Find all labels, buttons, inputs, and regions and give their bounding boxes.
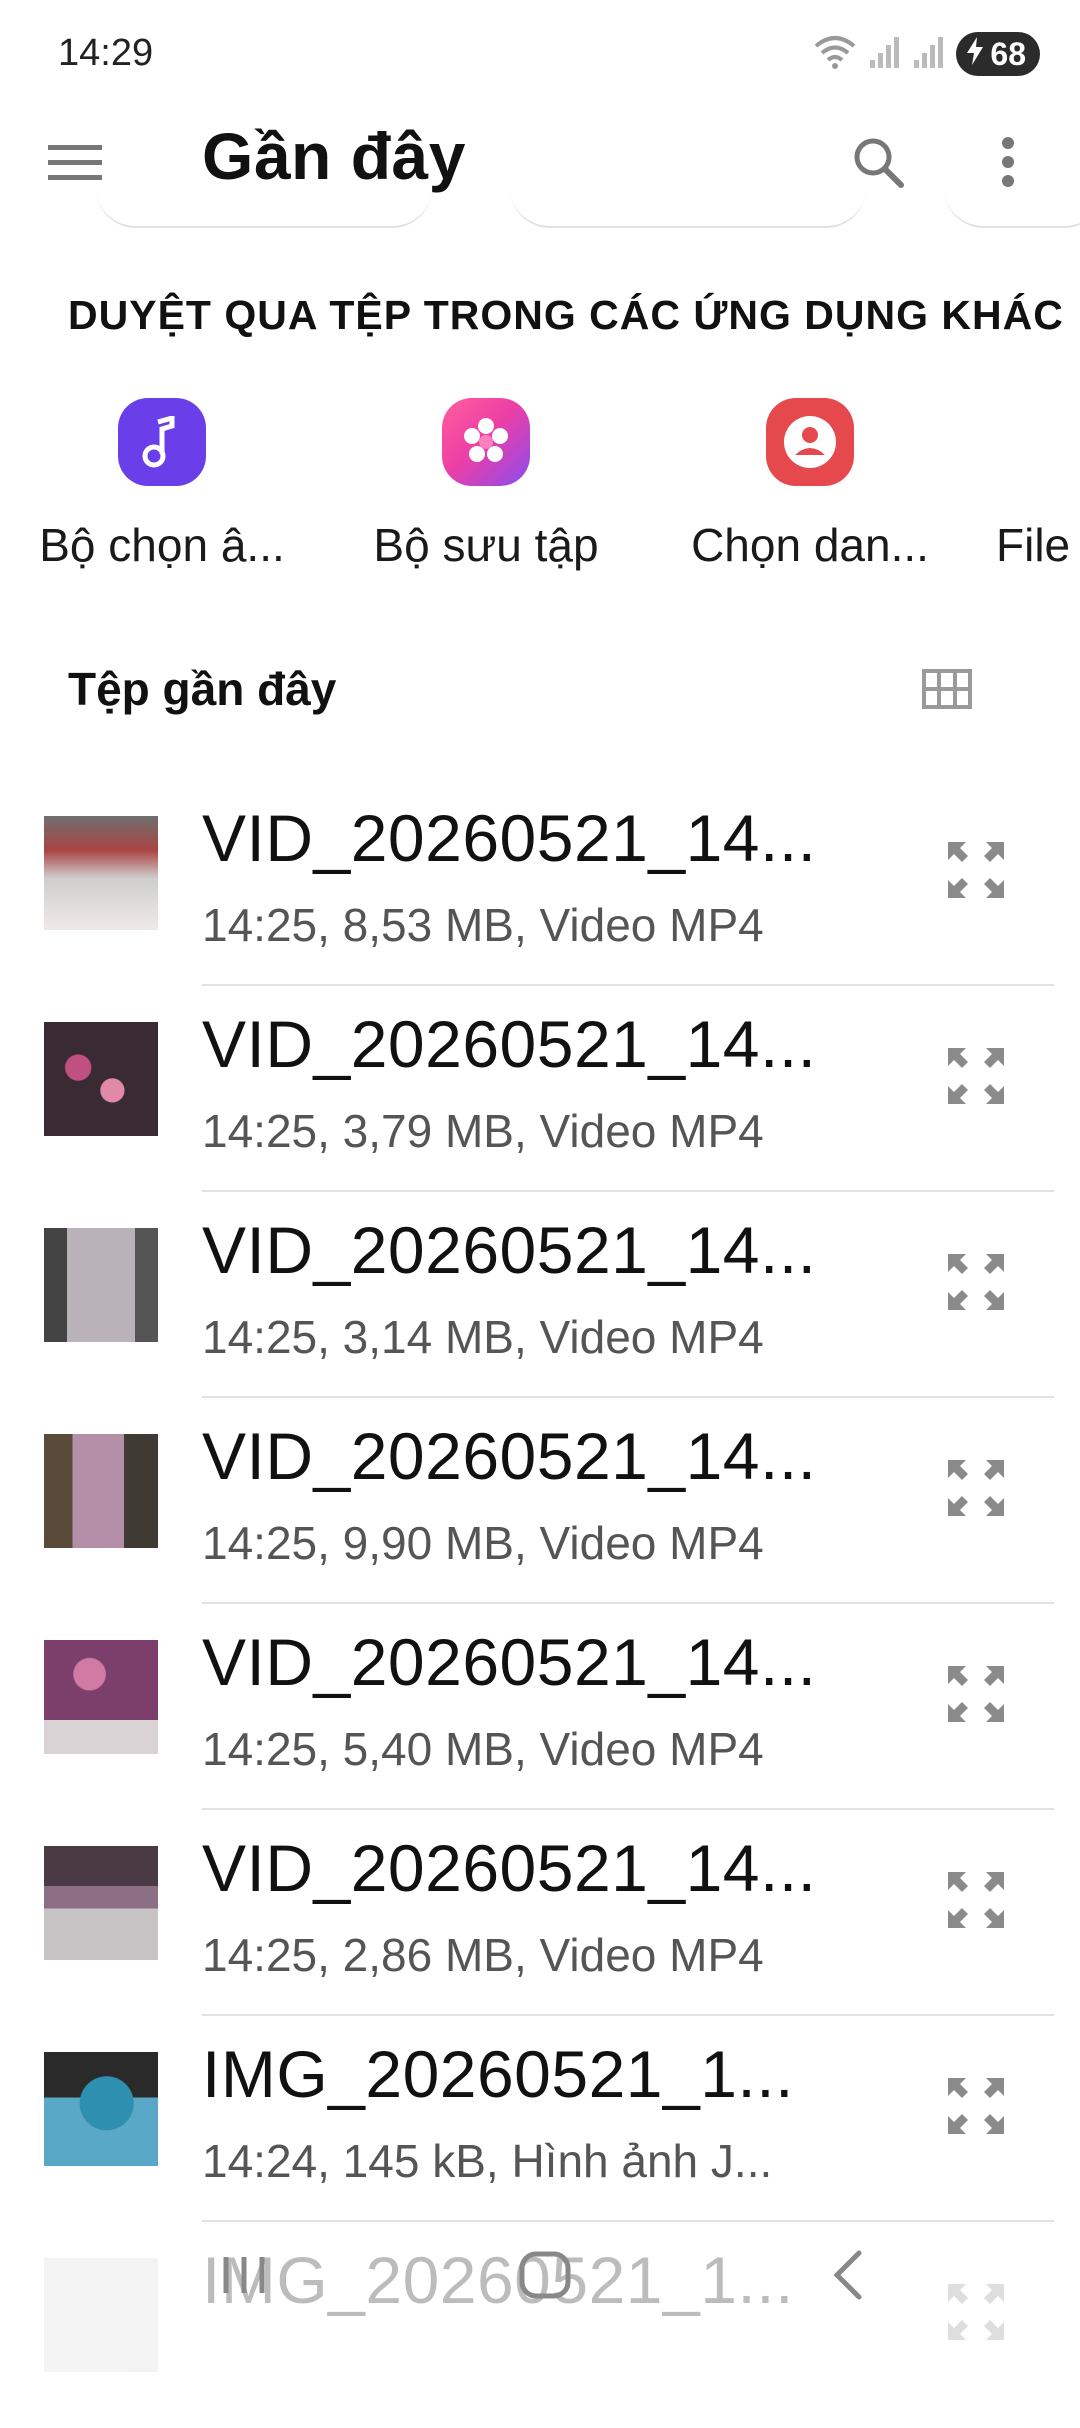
file-name: VID_20260521_14... [202, 1831, 817, 1905]
file-meta: 14:25, 3,79 MB, Video MP4 [202, 1105, 764, 1157]
file-name: VID_20260521_14... [202, 1213, 817, 1287]
status-time: 14:29 [58, 32, 154, 74]
storage-card[interactable] [944, 180, 1080, 228]
expand-button[interactable] [940, 2072, 1012, 2144]
expand-icon [946, 1870, 1006, 1935]
expand-button[interactable] [940, 1042, 1012, 1114]
recent-apps-button[interactable] [200, 2242, 290, 2312]
expand-button[interactable] [940, 1248, 1012, 1320]
file-meta: 14:25, 2,86 MB, Video MP4 [202, 1929, 764, 1981]
expand-button[interactable] [940, 836, 1012, 908]
list-item[interactable]: VID_20260521_14... 14:25, 9,90 MB, Video… [0, 1398, 1080, 1604]
file-thumbnail [44, 1846, 158, 1960]
file-thumbnail [44, 816, 158, 930]
list-item[interactable]: VID_20260521_14... 14:25, 3,79 MB, Video… [0, 986, 1080, 1192]
app-label: Bộ sưu tập [373, 519, 599, 571]
file-name: VID_20260521_14... [202, 1419, 817, 1493]
list-item[interactable]: VID_20260521_14... 14:25, 8,53 MB, Video… [0, 780, 1080, 986]
charging-bolt-icon [966, 36, 984, 73]
expand-button[interactable] [940, 1866, 1012, 1938]
file-thumbnail [44, 1434, 158, 1548]
app-gallery[interactable]: Bộ sưu tập [336, 398, 636, 572]
recent-apps-icon [220, 2253, 270, 2302]
battery-level: 68 [990, 35, 1026, 72]
file-name: IMG_20260521_1... [202, 2037, 794, 2111]
list-item[interactable]: VID_20260521_14... 14:25, 5,40 MB, Video… [0, 1604, 1080, 1810]
back-button[interactable] [804, 2242, 894, 2312]
file-name: VID_20260521_14... [202, 1007, 817, 1081]
battery-indicator: 68 [956, 32, 1040, 76]
list-item[interactable]: IMG_20260521_1... 14:24, 145 kB, Hình ản… [0, 2016, 1080, 2222]
status-icons: 68 [812, 30, 1040, 78]
file-thumbnail [44, 1640, 158, 1754]
list-item[interactable]: VID_20260521_14... 14:25, 2,86 MB, Video… [0, 1810, 1080, 2016]
expand-icon [946, 2076, 1006, 2141]
navigation-bar [0, 2220, 1080, 2340]
grid-view-icon [922, 668, 972, 714]
file-name: VID_20260521_14... [202, 1625, 817, 1699]
signal-icon-2 [912, 34, 946, 75]
file-meta: 14:25, 3,14 MB, Video MP4 [202, 1311, 764, 1363]
flower-icon [442, 398, 530, 486]
expand-icon [946, 1458, 1006, 1523]
signal-icon [868, 34, 902, 75]
recent-files-title: Tệp gần đây [68, 663, 337, 715]
browse-apps-row: Bộ chọn â... Bộ sưu tập Chọn dan... File [0, 398, 1080, 598]
storage-card[interactable] [510, 180, 866, 228]
grid-view-button[interactable] [912, 656, 982, 726]
expand-icon [946, 1664, 1006, 1729]
status-bar: 14:29 68 [0, 0, 1080, 110]
file-meta: 14:24, 145 kB, Hình ảnh J... [202, 2135, 773, 2187]
file-thumbnail [44, 2052, 158, 2166]
list-item[interactable]: VID_20260521_14... 14:25, 3,14 MB, Video… [0, 1192, 1080, 1398]
hamburger-icon [48, 143, 102, 188]
back-icon [829, 2249, 869, 2306]
contact-icon [766, 398, 854, 486]
app-label: File [996, 519, 1071, 571]
home-icon [518, 2250, 572, 2305]
wifi-icon [812, 34, 858, 75]
expand-button[interactable] [940, 1454, 1012, 1526]
file-thumbnail [44, 1022, 158, 1136]
expand-icon [946, 1252, 1006, 1317]
storage-card[interactable] [96, 180, 432, 228]
file-meta: 14:25, 8,53 MB, Video MP4 [202, 899, 764, 951]
app-contact-picker[interactable]: Chọn dan... [660, 398, 960, 572]
app-audio-picker[interactable]: Bộ chọn â... [12, 398, 312, 572]
recent-files-list: VID_20260521_14... 14:25, 8,53 MB, Video… [0, 780, 1080, 2428]
expand-icon [946, 1046, 1006, 1111]
app-files[interactable]: File [996, 398, 1080, 572]
file-name: VID_20260521_14... [202, 801, 817, 875]
file-thumbnail [44, 1228, 158, 1342]
expand-icon [946, 840, 1006, 905]
home-button[interactable] [500, 2242, 590, 2312]
file-meta: 14:25, 9,90 MB, Video MP4 [202, 1517, 764, 1569]
expand-button[interactable] [940, 1660, 1012, 1732]
file-meta: 14:25, 5,40 MB, Video MP4 [202, 1723, 764, 1775]
app-label: Bộ chọn â... [39, 519, 285, 571]
music-note-icon [118, 398, 206, 486]
app-label: Chọn dan... [691, 519, 929, 571]
browse-apps-header: DUYỆT QUA TỆP TRONG CÁC ỨNG DỤNG KHÁC [68, 292, 1064, 338]
